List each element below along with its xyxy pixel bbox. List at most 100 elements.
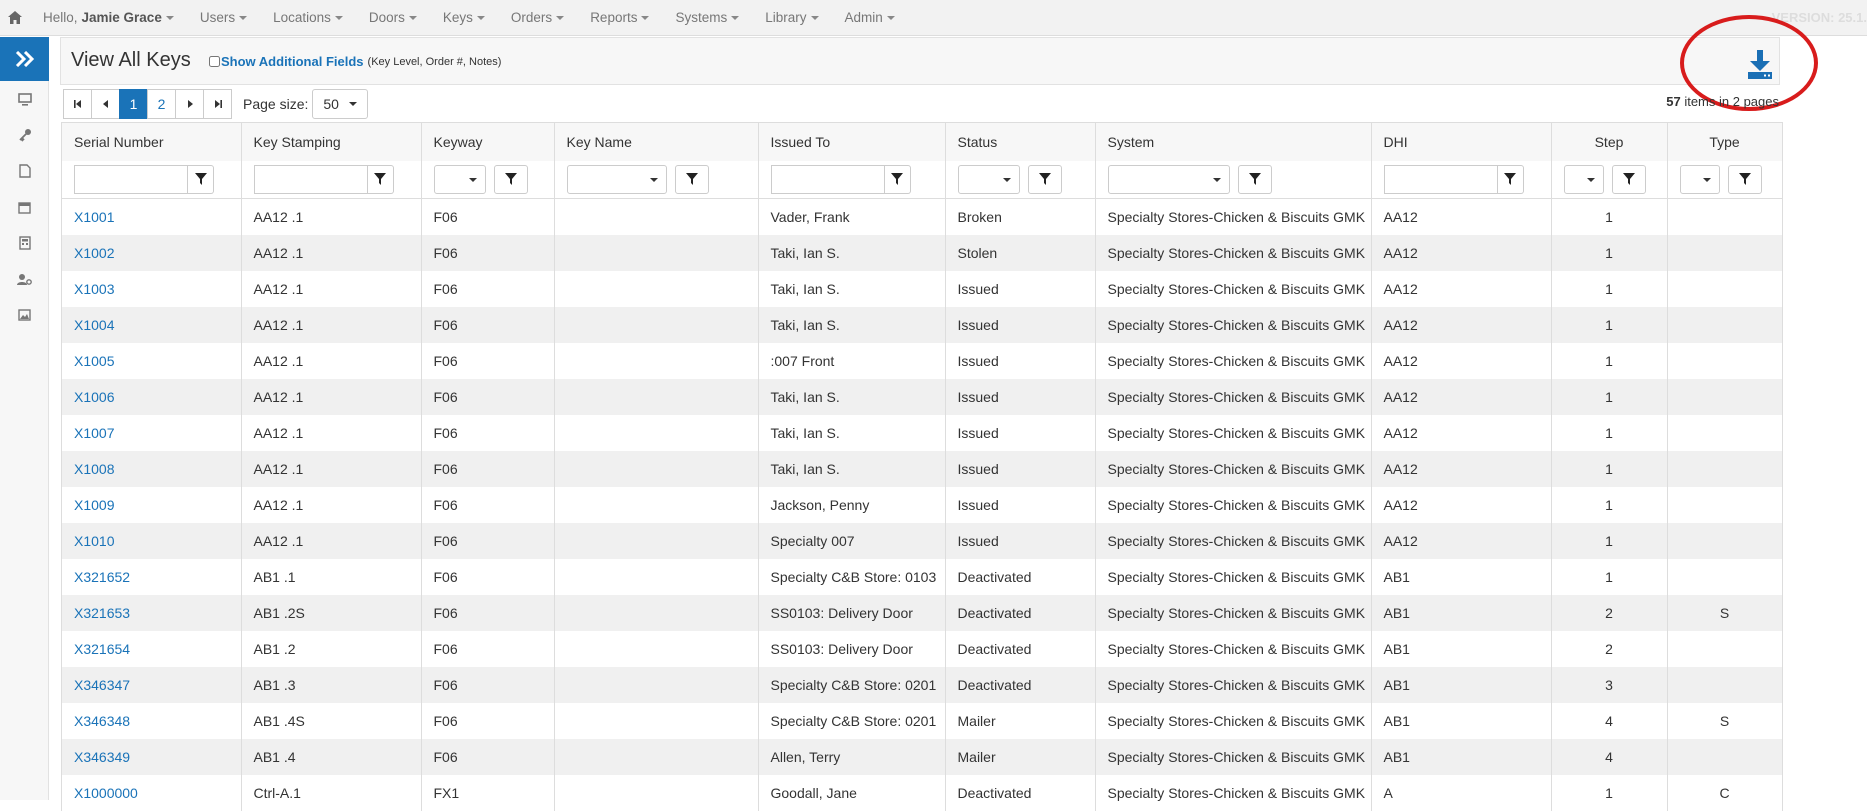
cell-dhi: AB1 (1371, 594, 1552, 631)
filter-step-button[interactable] (1611, 164, 1646, 194)
show-additional-fields-checkbox[interactable] (209, 56, 220, 67)
nav-reports-menu[interactable]: Reports (577, 0, 662, 36)
table-row[interactable]: X1000000 Ctrl-A.1 FX1 Goodall, Jane Deactiva… (62, 774, 1783, 811)
cell-serial-number: X346348 (62, 702, 242, 739)
table-row[interactable]: X346349 AB1 .4 F06 Allen, Terry Mailer Specia… (62, 738, 1783, 775)
next-page-button[interactable] (175, 89, 204, 119)
table-row[interactable]: X321652 AB1 .1 F06 Specialty C&B Store: 010… (62, 558, 1783, 595)
serial-number-link[interactable]: X1008 (74, 461, 114, 477)
serial-number-link[interactable]: X1000000 (74, 785, 138, 801)
serial-number-link[interactable]: X1010 (74, 533, 114, 549)
filter-keyway-button[interactable] (493, 164, 528, 194)
filter-key-name-select[interactable] (566, 164, 667, 194)
column-header-issued-to[interactable]: Issued To (758, 122, 946, 161)
table-row[interactable]: X1005 AA12 .1 F06:007 Front Issued Specialty… (62, 342, 1783, 379)
home-icon[interactable] (0, 0, 30, 36)
serial-number-link[interactable]: X1009 (74, 497, 114, 513)
page-size-select[interactable]: 50 (312, 89, 369, 119)
filter-type-button[interactable] (1727, 164, 1762, 194)
serial-number-link[interactable]: X1002 (74, 245, 114, 261)
nav-systems-menu[interactable]: Systems (662, 0, 752, 36)
page-2-button[interactable]: 2 (147, 89, 176, 119)
user-settings-icon[interactable] (0, 261, 49, 297)
filter-issued-to-input[interactable] (770, 164, 885, 194)
image-icon[interactable] (0, 297, 49, 333)
table-row[interactable]: X321654 AB1 .2 F06 SS0103: Delivery Door Dea… (62, 630, 1783, 667)
show-additional-fields[interactable]: Show Additional Fields (Key Level, Order… (209, 54, 501, 69)
column-header-status[interactable]: Status (945, 122, 1096, 161)
cell-serial-number: X346349 (62, 738, 242, 775)
filter-dhi-input[interactable] (1383, 164, 1498, 194)
serial-number-link[interactable]: X346349 (74, 749, 130, 765)
serial-number-link[interactable]: X321652 (74, 569, 130, 585)
nav-locations-menu[interactable]: Locations (260, 0, 356, 36)
table-row[interactable]: X1009 AA12 .1 F06 Jackson, Penny Issued Speci… (62, 486, 1783, 523)
table-row[interactable]: X1010 AA12 .1 F06 Specialty 007 Issued Specia… (62, 522, 1783, 559)
nav-doors-menu[interactable]: Doors (356, 0, 430, 36)
cell-keyway: F06 (421, 306, 555, 343)
column-header-key-name[interactable]: Key Name (554, 122, 759, 161)
nav-admin-menu[interactable]: Admin (832, 0, 908, 36)
serial-number-link[interactable]: X1006 (74, 389, 114, 405)
filter-issued-to-button[interactable] (884, 164, 911, 194)
table-row[interactable]: X1006 AA12 .1 F06 Taki, Ian S. Issued Special… (62, 378, 1783, 415)
calendar-icon[interactable] (0, 189, 49, 225)
expand-sidebar-button[interactable] (0, 37, 49, 81)
serial-number-link[interactable]: X346348 (74, 713, 130, 729)
document-icon[interactable] (0, 153, 49, 189)
column-header-type[interactable]: Type (1667, 122, 1783, 161)
table-row[interactable]: X346347 AB1 .3 F06 Specialty C&B Store: 020… (62, 666, 1783, 703)
last-page-button[interactable] (203, 89, 232, 119)
key-icon[interactable] (0, 117, 49, 153)
calculator-icon[interactable] (0, 225, 49, 261)
table-row[interactable]: X1003 AA12 .1 F06 Taki, Ian S. Issued Special… (62, 270, 1783, 307)
nav-orders-menu[interactable]: Orders (498, 0, 577, 36)
show-additional-fields-label[interactable]: Show Additional Fields (221, 54, 364, 69)
column-header-dhi[interactable]: DHI (1371, 122, 1552, 161)
filter-icon (194, 173, 207, 186)
filter-system-button[interactable] (1237, 164, 1272, 194)
nav-keys-menu[interactable]: Keys (430, 0, 498, 36)
serial-number-link[interactable]: X1003 (74, 281, 114, 297)
filter-key-stamping-input[interactable] (253, 164, 368, 194)
filter-serial-number-input[interactable] (74, 164, 188, 194)
filter-key-stamping-button[interactable] (367, 164, 394, 194)
filter-status-select[interactable] (957, 164, 1020, 194)
prev-page-button[interactable] (91, 89, 120, 119)
table-row[interactable]: X1001 AA12 .1 F06 Vader, Frank Broken Special… (62, 198, 1783, 235)
table-row[interactable]: X1004 AA12 .1 F06 Taki, Ian S. Issued Special… (62, 306, 1783, 343)
column-header-keyway[interactable]: Keyway (421, 122, 555, 161)
nav-users-menu[interactable]: Users (187, 0, 260, 36)
page-1-button[interactable]: 1 (119, 89, 148, 119)
user-menu[interactable]: Hello, Jamie Grace (30, 0, 187, 36)
filter-system-select[interactable] (1107, 164, 1230, 194)
table-row[interactable]: X321653 AB1 .2S F06 SS0103: Delivery Door De… (62, 594, 1783, 631)
serial-number-link[interactable]: X321653 (74, 605, 130, 621)
column-header-step[interactable]: Step (1551, 122, 1668, 161)
filter-cell-dhi (1371, 160, 1552, 199)
serial-number-link[interactable]: X1007 (74, 425, 114, 441)
column-header-serial-number[interactable]: Serial Number (62, 122, 242, 161)
serial-number-link[interactable]: X1005 (74, 353, 114, 369)
filter-key-name-button[interactable] (674, 164, 709, 194)
filter-serial-number-button[interactable] (188, 164, 214, 194)
filter-keyway-select[interactable] (433, 164, 486, 194)
filter-type-select[interactable] (1679, 164, 1720, 194)
table-row[interactable]: X1002 AA12 .1 F06 Taki, Ian S. Stolen Special… (62, 234, 1783, 271)
column-header-system[interactable]: System (1095, 122, 1372, 161)
serial-number-link[interactable]: X1004 (74, 317, 114, 333)
table-row[interactable]: X1007 AA12 .1 F06 Taki, Ian S. Issued Special… (62, 414, 1783, 451)
filter-step-select[interactable] (1563, 164, 1604, 194)
first-page-button[interactable] (63, 89, 92, 119)
filter-dhi-button[interactable] (1497, 164, 1524, 194)
cell-status: Issued (945, 486, 1096, 523)
column-header-key-stamping[interactable]: Key Stamping (241, 122, 422, 161)
monitor-icon[interactable] (0, 81, 49, 117)
serial-number-link[interactable]: X321654 (74, 641, 130, 657)
serial-number-link[interactable]: X346347 (74, 677, 130, 693)
nav-library-menu[interactable]: Library (752, 0, 831, 36)
serial-number-link[interactable]: X1001 (74, 209, 114, 225)
table-row[interactable]: X1008 AA12 .1 F06 Taki, Ian S. Issued Special… (62, 450, 1783, 487)
table-row[interactable]: X346348 AB1 .4S F06 Specialty C&B Store: 02… (62, 702, 1783, 739)
filter-status-button[interactable] (1027, 164, 1062, 194)
